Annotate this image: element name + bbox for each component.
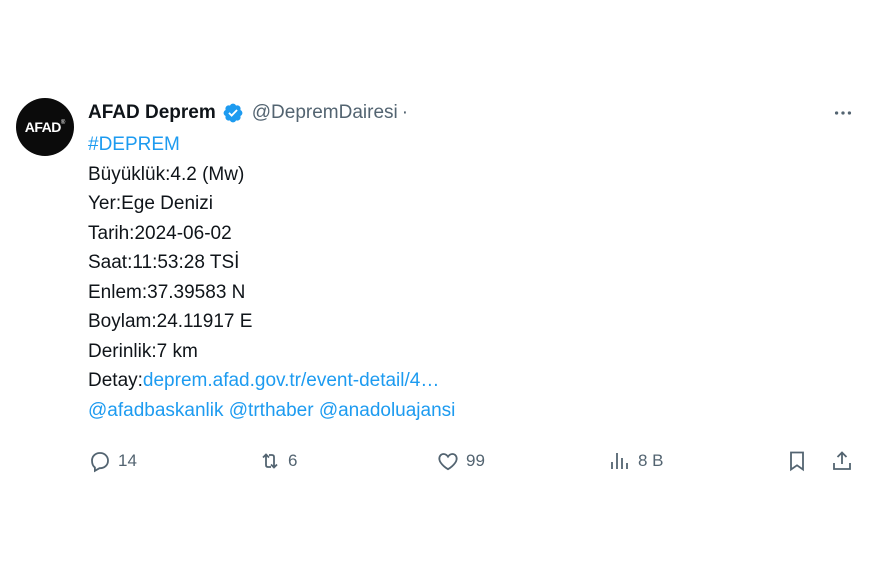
tweet[interactable]: AFAD ® AFAD Deprem @DepremDairesi · #DEPR…	[14, 96, 864, 486]
views-button[interactable]: 8 B	[608, 446, 664, 476]
hashtag-link[interactable]: #DEPREM	[88, 134, 180, 155]
reply-button[interactable]: 14	[88, 446, 137, 476]
latitude-line: Enlem:37.39583 N	[88, 281, 246, 303]
verified-badge-icon[interactable]	[222, 102, 244, 124]
mention-link[interactable]: @trthaber	[229, 400, 314, 421]
longitude-line: Boylam:24.11917 E	[88, 311, 253, 332]
like-count: 99	[466, 451, 485, 470]
avatar-logo-text: AFAD	[24, 119, 62, 135]
time-line: Saat:11:53:28 TSİ	[88, 252, 240, 273]
detail-link[interactable]: deprem.afad.gov.tr/event-detail/4…	[143, 370, 439, 391]
date-line: Tarih:2024-06-02	[88, 222, 232, 244]
repost-icon	[262, 453, 278, 469]
location-line: Yer:Ege Denizi	[88, 193, 213, 214]
views-icon	[611, 453, 628, 469]
share-button[interactable]	[830, 446, 854, 476]
magnitude-line: Büyüklük:4.2 (Mw)	[88, 163, 245, 185]
like-button[interactable]: 99	[436, 446, 485, 476]
mention-link[interactable]: @afadbaskanlik	[88, 400, 223, 421]
more-icon[interactable]	[826, 98, 860, 128]
detail-label: Detay:	[88, 370, 143, 391]
reply-count: 14	[118, 451, 137, 470]
repost-button[interactable]: 6	[258, 446, 297, 476]
repost-count: 6	[288, 451, 298, 470]
registered-mark-icon: ®	[60, 120, 66, 126]
author-name[interactable]: AFAD Deprem	[88, 102, 216, 124]
action-bar: 14 6 99 8 B	[88, 446, 862, 476]
avatar[interactable]: AFAD ®	[16, 98, 74, 156]
bookmark-icon	[790, 451, 804, 472]
depth-line: Derinlik:7 km	[88, 340, 198, 362]
heart-icon	[438, 453, 458, 471]
mention-link[interactable]: @anadoluajansi	[319, 400, 456, 421]
tweet-header: AFAD Deprem @DepremDairesi ·	[88, 100, 408, 126]
reply-icon	[91, 452, 109, 473]
bookmark-button[interactable]	[785, 446, 809, 476]
share-icon	[833, 451, 851, 470]
separator-dot: ·	[401, 102, 409, 123]
tweet-text: #DEPREM Büyüklük:4.2 (Mw) Yer:Ege Denizi…	[88, 130, 788, 425]
views-count: 8 B	[638, 451, 664, 470]
author-handle[interactable]: @DepremDairesi	[252, 102, 398, 124]
